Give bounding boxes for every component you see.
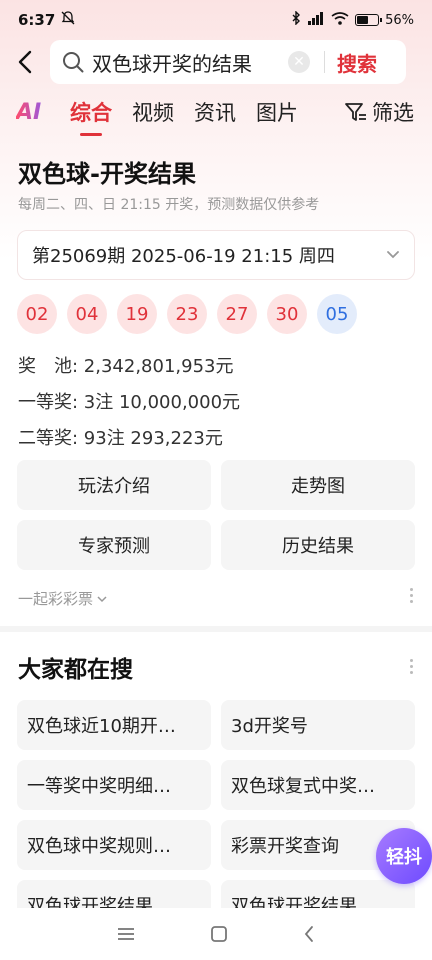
chevron-down-icon xyxy=(97,595,107,602)
tab-ai[interactable]: AI xyxy=(16,100,50,125)
red-ball: 27 xyxy=(217,294,257,334)
more-options-icon[interactable] xyxy=(410,659,414,674)
source-link[interactable]: 一起彩彩票 xyxy=(18,588,108,609)
suggestion-item[interactable]: 一等奖中奖明细… xyxy=(17,760,211,810)
chevron-down-icon xyxy=(387,251,399,259)
section-divider xyxy=(0,626,432,632)
suggestion-item[interactable]: 双色球中奖规则… xyxy=(17,820,211,870)
suggestion-item[interactable]: 双色球近10期开… xyxy=(17,700,211,750)
filter-label: 筛选 xyxy=(372,101,414,125)
search-divider xyxy=(324,51,325,73)
float-action-button[interactable]: 轻抖 xyxy=(376,828,432,884)
tab-news[interactable]: 资讯 xyxy=(194,97,236,127)
blue-ball: 05 xyxy=(317,294,357,334)
filter-icon xyxy=(345,103,366,121)
red-ball: 30 xyxy=(267,294,307,334)
back-icon[interactable] xyxy=(303,925,315,943)
suggestion-item[interactable]: 双色球复式中奖… xyxy=(221,760,415,810)
result-subtitle: 每周二、四、日 21:15 开奖，预测数据仅供参考 xyxy=(18,197,320,213)
back-arrow-icon xyxy=(18,50,32,74)
period-label: 第25069期 2025-06-19 21:15 周四 xyxy=(32,246,335,267)
tab-video[interactable]: 视频 xyxy=(132,97,174,127)
red-ball: 04 xyxy=(67,294,107,334)
filter-button[interactable]: 筛选 xyxy=(344,97,414,127)
search-input[interactable]: 双色球开奖的结果 xyxy=(92,48,272,77)
winning-numbers: 02 04 19 23 27 30 05 xyxy=(17,294,357,334)
clear-search-button[interactable]: ✕ xyxy=(288,51,310,73)
tab-images[interactable]: 图片 xyxy=(256,97,298,127)
home-icon[interactable] xyxy=(210,925,228,943)
status-time: 6:37 xyxy=(18,11,56,29)
wifi-icon xyxy=(331,11,349,29)
period-dropdown[interactable]: 第25069期 2025-06-19 21:15 周四 xyxy=(17,230,415,280)
tab-comprehensive[interactable]: 综合 xyxy=(70,97,112,136)
first-prize-text: 一等奖: 3注 10,000,000元 xyxy=(18,392,241,413)
close-icon: ✕ xyxy=(293,54,305,70)
red-ball: 23 xyxy=(167,294,207,334)
battery-icon xyxy=(355,14,383,26)
red-ball: 19 xyxy=(117,294,157,334)
source-label: 一起彩彩票 xyxy=(18,590,94,608)
system-nav-bar xyxy=(0,908,432,960)
bluetooth-icon xyxy=(291,10,301,29)
suggestion-item[interactable]: 3d开奖号 xyxy=(221,700,415,750)
jackpot-text: 奖 池: 2,342,801,953元 xyxy=(18,356,234,377)
search-icon xyxy=(63,52,84,73)
more-options-icon[interactable] xyxy=(410,588,414,603)
red-ball: 02 xyxy=(17,294,57,334)
expert-prediction-button[interactable]: 专家预测 xyxy=(17,520,211,570)
battery-percent: 56% xyxy=(385,12,414,28)
status-bar: 6:37 56% xyxy=(0,0,432,40)
mute-bell-icon xyxy=(61,11,75,29)
search-box[interactable]: 双色球开奖的结果 ✕ 搜索 xyxy=(50,40,406,84)
history-results-button[interactable]: 历史结果 xyxy=(221,520,415,570)
search-row: 双色球开奖的结果 ✕ 搜索 xyxy=(0,40,432,84)
back-button[interactable] xyxy=(0,40,50,84)
search-button[interactable]: 搜索 xyxy=(337,48,377,77)
everyone-searching-title: 大家都在搜 xyxy=(18,657,133,683)
result-title[interactable]: 双色球-开奖结果 xyxy=(18,154,196,189)
second-prize-text: 二等奖: 93注 293,223元 xyxy=(18,428,223,449)
rules-intro-button[interactable]: 玩法介绍 xyxy=(17,460,211,510)
trend-chart-button[interactable]: 走势图 xyxy=(221,460,415,510)
tab-bar: AI 综合 视频 资讯 图片 筛选 xyxy=(0,88,432,136)
status-icons: 56% xyxy=(291,10,414,29)
signal-icon xyxy=(307,11,325,29)
menu-icon[interactable] xyxy=(117,927,135,941)
